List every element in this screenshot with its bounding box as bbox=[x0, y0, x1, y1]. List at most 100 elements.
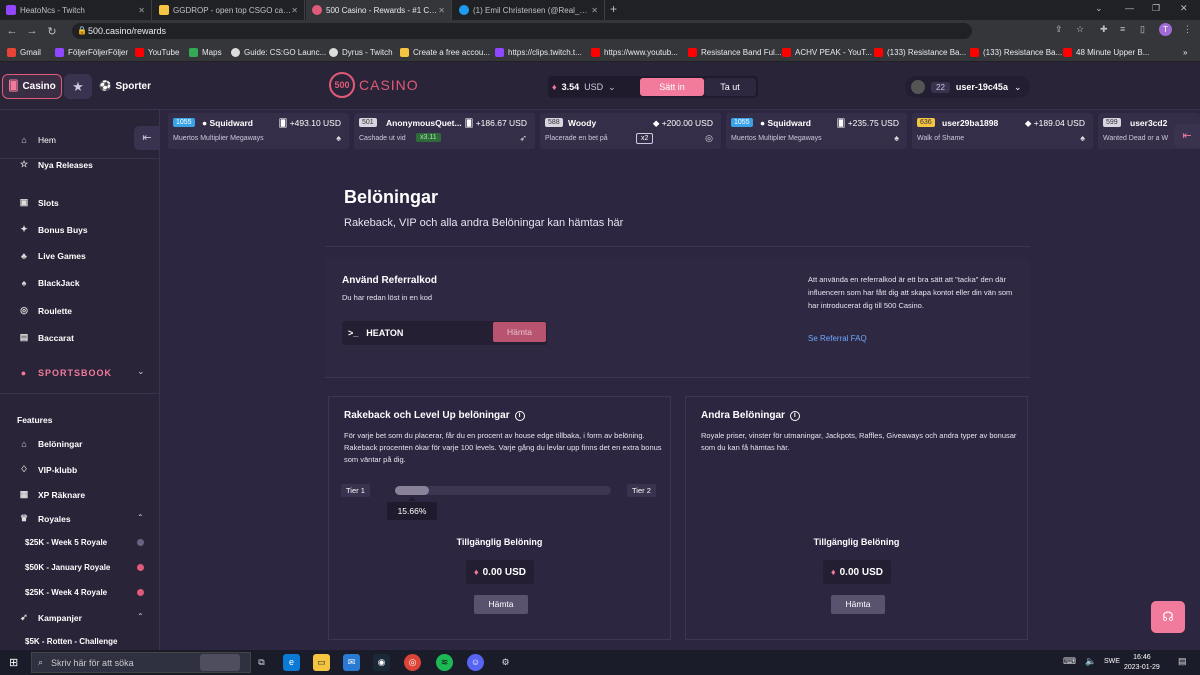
chevron-down-icon[interactable]: ⌄ bbox=[137, 366, 145, 377]
bookmark[interactable]: Guide: CS:GO Launc... bbox=[231, 46, 326, 58]
url-field[interactable]: 🔒 500.casino/rewards bbox=[72, 23, 972, 39]
sidebar-icon[interactable]: ▯ bbox=[1140, 24, 1145, 35]
chrome-icon[interactable]: ◎ bbox=[404, 654, 421, 671]
clock[interactable]: 16:46 2023-01-29 bbox=[1124, 653, 1160, 673]
sidebar-royale-item[interactable]: $25K - Week 4 Royale bbox=[25, 588, 107, 597]
more-bookmarks-icon[interactable]: » bbox=[1183, 46, 1187, 58]
bookmark[interactable]: Create a free accou... bbox=[400, 46, 490, 58]
discord-icon[interactable]: ☺ bbox=[467, 654, 484, 671]
sidebar-item-roulette[interactable]: ◎ Roulette bbox=[18, 305, 72, 316]
close-icon[interactable]: ✕ bbox=[291, 6, 298, 15]
user-menu[interactable]: 22 user-19c45a ⌄ bbox=[905, 76, 1030, 98]
bookmark[interactable]: ACHV PEAK - YouT... bbox=[782, 46, 872, 58]
spotify-icon[interactable]: ≋ bbox=[436, 654, 453, 671]
bookmark[interactable]: Dyrus - Twitch bbox=[329, 46, 393, 58]
bookmark[interactable]: YouTube bbox=[135, 46, 179, 58]
win-card[interactable]: 1055 ● Squidward 🂠 +493.10 USD Muertos M… bbox=[168, 113, 349, 149]
bookmark[interactable]: Gmail bbox=[7, 46, 41, 58]
support-button[interactable]: ☊ bbox=[1151, 601, 1185, 633]
sidebar-item-blackjack[interactable]: ♠ BlackJack bbox=[18, 278, 80, 288]
sidebar-item-bonus-buys[interactable]: ✦ Bonus Buys bbox=[18, 224, 87, 235]
sidebar-item-xp-calculator[interactable]: ▦ XP Räknare bbox=[18, 489, 85, 500]
restore-button[interactable]: ❐ bbox=[1152, 3, 1160, 14]
share-icon[interactable]: ⇪ bbox=[1055, 24, 1063, 35]
minimize-button[interactable]: — bbox=[1125, 3, 1134, 13]
close-icon[interactable]: ✕ bbox=[438, 6, 445, 15]
chevron-up-icon[interactable]: ⌃ bbox=[137, 513, 144, 522]
redeem-referral-button[interactable]: Hämta bbox=[493, 322, 546, 342]
collapse-sidebar-button[interactable]: ⇤ bbox=[134, 126, 159, 150]
edge-icon[interactable]: e bbox=[283, 654, 300, 671]
sidebar-item-slots[interactable]: ▣ Slots bbox=[18, 197, 59, 208]
star-icon[interactable]: ☆ bbox=[1076, 24, 1084, 35]
volume-icon[interactable]: 🔈 bbox=[1085, 656, 1096, 667]
claim-other-button[interactable]: Hämta bbox=[831, 595, 885, 614]
task-view-icon[interactable]: ⧉ bbox=[253, 654, 270, 671]
collapse-chat-button[interactable]: ⇤ bbox=[1174, 124, 1200, 148]
bookmark[interactable]: Resistance Band Ful... bbox=[688, 46, 781, 58]
menu-icon[interactable]: ⋮ bbox=[1183, 24, 1192, 35]
sidebar-item-live-games[interactable]: ♣ Live Games bbox=[18, 251, 86, 261]
deposit-button[interactable]: Sätt in bbox=[640, 78, 704, 96]
sidebar-item-campaigns[interactable]: ➹ Kampanjer bbox=[18, 612, 82, 623]
reload-icon[interactable]: ↻ bbox=[44, 25, 60, 38]
reading-list-icon[interactable]: ≡ bbox=[1120, 24, 1125, 34]
sidebar-item-new-releases[interactable]: ☆ Nya Releases bbox=[18, 159, 93, 170]
keyboard-icon[interactable]: ⌨ bbox=[1063, 656, 1076, 667]
casino-tab[interactable]: 🂠 Casino bbox=[2, 74, 62, 99]
sidebar-item-vip[interactable]: ♢ VIP-klubb bbox=[18, 464, 77, 475]
browser-tab[interactable]: GGDROP - open top CSGO cases ✕ bbox=[153, 0, 305, 20]
sidebar-item-royales[interactable]: ♛ Royales bbox=[18, 513, 71, 524]
bookmark[interactable]: https://www.youtub... bbox=[591, 46, 678, 58]
browser-tab[interactable]: HeatoNcs - Twitch ✕ bbox=[0, 0, 152, 20]
sidebar-campaign-item[interactable]: $5K - Rotten - Challenge bbox=[25, 637, 117, 646]
forward-icon[interactable]: → bbox=[24, 25, 40, 37]
profile-avatar[interactable]: T bbox=[1159, 23, 1172, 36]
language-indicator[interactable]: SWE bbox=[1104, 658, 1120, 665]
bookmark[interactable]: https://clips.twitch.t... bbox=[495, 46, 582, 58]
browser-tab[interactable]: (1) Emil Christensen (@Real_Heat ✕ bbox=[453, 0, 605, 20]
close-icon[interactable]: ✕ bbox=[138, 6, 145, 15]
sidebar-item-sportsbook[interactable]: ● SPORTSBOOK bbox=[18, 368, 112, 378]
info-icon[interactable]: i bbox=[789, 410, 800, 421]
bookmark[interactable]: FöljerFöljerFöljer bbox=[55, 46, 128, 58]
notification-icon[interactable]: ▤ bbox=[1178, 656, 1187, 667]
site-logo[interactable]: 500 CASINO bbox=[329, 71, 419, 99]
twitch-icon bbox=[55, 47, 64, 57]
favorites-button[interactable]: ★ bbox=[64, 74, 92, 99]
browser-tab-active[interactable]: 500 Casino - Rewards - #1 CSGO ✕ bbox=[306, 0, 452, 20]
bookmark[interactable]: (133) Resistance Ba... bbox=[874, 46, 966, 58]
settings-icon[interactable]: ⚙ bbox=[497, 654, 514, 671]
new-tab-button[interactable]: + bbox=[610, 2, 617, 16]
steam-icon bbox=[231, 47, 240, 57]
bookmark[interactable]: 48 Minute Upper B... bbox=[1063, 46, 1149, 58]
lock-icon: 🔒 bbox=[77, 26, 87, 35]
sidebar-item-rewards[interactable]: ⌂ Belöningar bbox=[18, 439, 82, 449]
withdraw-button[interactable]: Ta ut bbox=[704, 78, 756, 96]
sports-tab[interactable]: ⚽ Sporter bbox=[95, 74, 155, 99]
back-icon[interactable]: ← bbox=[4, 25, 20, 37]
window-close-button[interactable]: ✕ bbox=[1180, 3, 1188, 14]
close-icon[interactable]: ✕ bbox=[591, 6, 598, 15]
sidebar-royale-item[interactable]: $50K - January Royale bbox=[25, 563, 110, 572]
bookmark[interactable]: (133) Resistance Ba... bbox=[970, 46, 1062, 58]
balance-selector[interactable]: ♦ 3.54 USD ⌄ bbox=[552, 76, 616, 98]
info-icon[interactable]: i bbox=[514, 410, 525, 421]
steam-icon[interactable]: ◉ bbox=[373, 654, 390, 671]
windows-start-icon[interactable]: ⊞ bbox=[9, 656, 18, 669]
win-card[interactable]: 501 AnonymousQuet... 🂠 +186.67 USD Casha… bbox=[354, 113, 535, 149]
sidebar-item-home[interactable]: ⌂ Hem bbox=[18, 135, 56, 145]
claim-rakeback-button[interactable]: Hämta bbox=[474, 595, 528, 614]
extensions-icon[interactable]: ✚ bbox=[1100, 24, 1108, 35]
referral-faq-link[interactable]: Se Referral FAQ bbox=[808, 334, 867, 343]
tab-search-icon[interactable]: ⌄ bbox=[1095, 3, 1103, 14]
win-card[interactable]: 588 Woody ◆ +200.00 USD Placerade en bet… bbox=[540, 113, 721, 149]
sidebar-royale-item[interactable]: $25K - Week 5 Royale bbox=[25, 538, 107, 547]
chevron-up-icon[interactable]: ⌃ bbox=[137, 612, 144, 621]
bookmark[interactable]: Maps bbox=[189, 46, 222, 58]
file-explorer-icon[interactable]: ▭ bbox=[313, 654, 330, 671]
mail-icon[interactable]: ✉ bbox=[343, 654, 360, 671]
win-card[interactable]: 1055 ● Squidward 🂠 +235.75 USD Muertos M… bbox=[726, 113, 907, 149]
win-card[interactable]: 636 user29ba1898 ◆ +189.04 USD Walk of S… bbox=[912, 113, 1093, 149]
sidebar-item-baccarat[interactable]: ▤ Baccarat bbox=[18, 332, 74, 343]
